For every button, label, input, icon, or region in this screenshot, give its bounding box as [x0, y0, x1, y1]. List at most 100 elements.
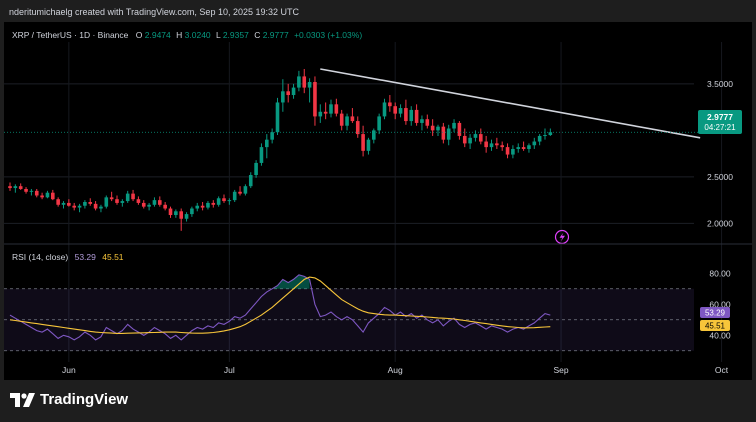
rsi-value-tag-text: 53.29 [705, 309, 726, 318]
candle-body [88, 202, 93, 204]
candle-body [152, 200, 157, 205]
candle-body [195, 205, 200, 209]
high-value: 3.0240 [185, 30, 211, 40]
candle-body [77, 205, 82, 208]
candle-body [40, 195, 44, 198]
candle-body [527, 145, 531, 149]
rsi-tags: 53.29 45.51 [700, 307, 730, 331]
header-bar: nderitumichaelg created with TradingView… [0, 0, 756, 22]
price-tag: 2.9777 04:27:21 [698, 110, 742, 134]
tradingview-logo[interactable]: TradingView [10, 391, 128, 408]
candle-body [120, 201, 125, 203]
rsi-overbought-fill [272, 274, 310, 289]
rsi-value: 53.29 [75, 252, 97, 262]
candle-body [414, 109, 419, 123]
time-tick-label: Sep [553, 365, 568, 375]
candle-body [452, 122, 456, 129]
candle-body [93, 203, 98, 209]
candle-body [457, 122, 462, 136]
candle-body [350, 116, 355, 122]
rsi-ma-value: 45.51 [102, 252, 124, 262]
candle-body [8, 186, 12, 189]
candle-body [174, 211, 178, 216]
candle-body [29, 190, 34, 192]
tradingview-logo-icon [10, 392, 35, 407]
candle-body [99, 206, 103, 209]
candle-body [313, 82, 317, 117]
candle-body [479, 134, 483, 142]
low-label: L [216, 30, 221, 40]
candle-body [425, 119, 430, 126]
candle-body [489, 143, 494, 148]
candle-body [339, 113, 344, 126]
candle-body [291, 87, 296, 96]
symbol-name: XRP / TetherUS · 1D · Binance [12, 30, 129, 40]
candle-body [51, 192, 55, 200]
candle-body [436, 126, 440, 131]
price-pane [4, 22, 752, 242]
candle-body [248, 175, 253, 187]
candle-body [361, 134, 365, 151]
candle-body [420, 119, 424, 123]
rsi-tick-label: 80.00 [709, 268, 731, 278]
candle-body [511, 148, 515, 155]
rsi-pane: RSI (14, close) 53.29 45.51 [4, 252, 694, 352]
candle-body [125, 193, 130, 202]
candle-body [104, 197, 109, 207]
symbol-info: XRP / TetherUS · 1D · Binance O 2.9474 H… [12, 30, 362, 40]
candle-body [393, 106, 397, 114]
price-tick-label: 2.5000 [707, 172, 733, 182]
close-value: 2.9777 [263, 30, 289, 40]
candle-body [543, 135, 547, 137]
change-value: +0.0303 (+1.03%) [294, 30, 362, 40]
rsi-legend: RSI (14, close) 53.29 45.51 [12, 252, 124, 262]
price-tag-countdown: 04:27:21 [704, 123, 736, 132]
candle-body [302, 76, 307, 88]
candle-body [206, 202, 210, 208]
candle-body [516, 147, 521, 149]
candle-body [307, 82, 312, 88]
candle-body [243, 186, 248, 194]
candle-body [281, 91, 285, 103]
candle-body [409, 109, 414, 122]
candle-body [13, 186, 18, 189]
low-value: 2.9357 [223, 30, 249, 40]
candle-body [216, 198, 221, 205]
candle-body [24, 188, 28, 192]
close-label: C [254, 30, 260, 40]
candle-body [505, 147, 510, 155]
candle-body [430, 125, 435, 131]
time-tick-label: Aug [388, 365, 403, 375]
candle-body [232, 191, 237, 201]
candle-body [61, 202, 66, 205]
candle-body [190, 208, 194, 215]
publisher-text: nderitumichaelg created with TradingView… [9, 7, 299, 17]
candle-body [495, 143, 499, 146]
chart-frame: nderitumichaelg created with TradingView… [0, 0, 756, 422]
chart-svg[interactable]: XRP / TetherUS · 1D · Binance O 2.9474 H… [4, 22, 752, 380]
candle-body [259, 147, 264, 163]
candle-body [404, 108, 408, 122]
candle-body [45, 192, 50, 198]
candle-body [109, 197, 114, 200]
candle-body [323, 111, 328, 114]
high-label: H [176, 30, 182, 40]
candle-body [34, 190, 39, 196]
candle [275, 97, 280, 136]
candle-body [265, 139, 269, 148]
time-axis: Jun Jul Aug Sep Oct [62, 365, 729, 375]
candle-body [366, 139, 371, 151]
chart-canvas[interactable]: XRP / TetherUS · 1D · Binance O 2.9474 H… [4, 22, 752, 380]
candle-body [83, 202, 87, 206]
candle-body [484, 141, 488, 148]
time-tick-label: Jun [62, 365, 76, 375]
candle-body [377, 116, 381, 131]
candle-body [158, 200, 162, 205]
candle-body [147, 204, 151, 207]
candle-body [372, 130, 376, 140]
candle-body [441, 126, 446, 140]
candle-body [297, 76, 301, 88]
candle-body [532, 141, 537, 146]
candle-body [468, 137, 472, 144]
footer-bar: TradingView [0, 380, 756, 422]
